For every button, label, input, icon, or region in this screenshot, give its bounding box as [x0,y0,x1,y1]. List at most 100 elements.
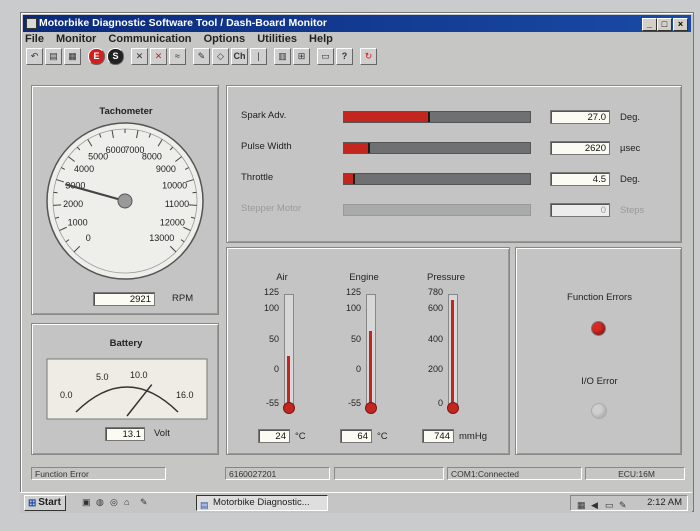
param-unit: µsec [620,143,641,154]
battery-readout: 13.1 [105,427,145,441]
taskbar-app-label: Motorbike Diagnostic... [213,497,310,508]
io-error-led [591,403,607,419]
tach-scale-label: 13000 [149,233,174,243]
tach-scale-label: 9000 [156,164,176,174]
separator-tool-button[interactable]: | [250,48,267,65]
param-bar [343,111,531,123]
therm-tick: 125 [263,287,279,297]
therm-tick: 125 [345,287,361,297]
maximize-button[interactable]: □ [657,18,672,31]
channel-icon[interactable]: ⌂ [124,497,129,507]
list-tool-button[interactable]: ▤ [45,48,62,65]
status-connection: COM1:Connected [447,467,582,480]
diamond-tool-button[interactable]: ◇ [212,48,229,65]
grid-tool-button[interactable]: ▦ [64,48,81,65]
therm-level [287,355,290,404]
therm-bulb [365,402,377,414]
edit-tool-button[interactable]: ✎ [193,48,210,65]
therm-readout: 744 [422,429,454,443]
channel-tool-button[interactable]: Ch [231,48,248,65]
therm-label: Pressure [426,272,465,283]
menu-monitor[interactable]: Monitor [56,33,96,45]
therm-tick: 0 [437,398,443,408]
menu-help[interactable]: Help [309,33,333,45]
tach-scale-label: 10000 [162,181,187,191]
param-unit: Deg. [620,174,641,185]
tachometer-gauge: 0100020003000400050006000700080009000100… [46,122,204,280]
therm-unit: °C [295,431,306,442]
menu-options[interactable]: Options [204,33,246,45]
panel-tool-button[interactable]: ▥ [274,48,291,65]
window-title: Motorbike Diagnostic Software Tool / Das… [39,17,327,29]
param-label: Stepper Motor [241,203,302,214]
therm-tick: 0 [273,364,279,374]
clock: 2:12 AM [647,497,682,508]
tach-scale-label: 2000 [63,199,83,209]
therm-unit: °C [377,431,388,442]
param-label: Pulse Width [241,141,292,152]
refresh-tool-button[interactable]: ↻ [360,48,377,65]
therm-bulb [283,402,295,414]
battery-scale-label: 5.0 [96,372,109,382]
help-tool-button[interactable]: ? [336,48,353,65]
param-bar [343,204,531,216]
tach-scale-label: 1000 [68,217,88,227]
status-message: Function Error [31,467,166,480]
therm-label: Air [276,272,288,283]
desktop-icon[interactable]: ▣ [82,497,91,508]
status-bar: Function Error 6160027201 COM1:Connected… [25,467,689,481]
close-button[interactable]: × [673,18,688,31]
menu-communication[interactable]: Communication [108,33,191,45]
menu-utilities[interactable]: Utilities [257,33,297,45]
start-button[interactable]: ⊞ Start [24,495,66,511]
therm-tick: 50 [268,334,279,344]
therm-bulb [447,402,459,414]
window-tool-button[interactable]: ▭ [317,48,334,65]
undo-tool-button[interactable]: ↶ [26,48,43,65]
title-bar[interactable]: Motorbike Diagnostic Software Tool / Das… [23,15,691,32]
battery-panel: Battery 0.0 5.0 10.0 16.0 13.1 Volt [31,323,219,455]
function-errors-label: Function Errors [567,292,632,303]
param-label: Spark Adv. [241,110,287,121]
tach-scale-label: 8000 [142,151,162,161]
cross-red-tool-button[interactable]: ✕ [150,48,167,65]
therm-unit: mmHg [459,431,487,442]
pen-tray-icon[interactable]: ✎ [619,498,627,512]
errors-panel: Function Errors I/O Error [515,247,682,455]
therm-tick: 780 [427,287,443,297]
cross-tool-button[interactable]: ✕ [131,48,148,65]
battery-scale-label: 0.0 [60,390,73,400]
param-value: 27.0 [550,110,610,124]
explorer-icon[interactable]: ◍ [96,497,104,508]
display-tray-icon[interactable]: ▭ [605,498,614,512]
param-value: 0 [550,203,610,217]
app-icon [26,18,37,29]
taskbar-app-button[interactable]: ▤ Motorbike Diagnostic... [196,495,328,511]
toolbar: ↶ ▤ ▦ E S ✕ ✕ ≈ ✎ ◇ Ch | ▥ ⊞ ▭ ? ↻ [25,48,689,68]
layout-tool-button[interactable]: ⊞ [293,48,310,65]
param-bar [343,142,531,154]
notepad-icon[interactable]: ✎ [140,497,148,508]
network-tray-icon[interactable]: ▦ [577,498,586,512]
s-tool-button[interactable]: S [107,48,124,65]
status-blank [334,467,444,480]
minimize-button[interactable]: _ [642,18,657,31]
param-label: Throttle [241,172,274,183]
param-bar [343,173,531,185]
wave-tool-button[interactable]: ≈ [169,48,186,65]
menu-file[interactable]: File [25,33,44,45]
param-value: 4.5 [550,172,610,186]
therm-level [369,331,372,404]
browser-icon[interactable]: ◎ [110,497,118,508]
e-tool-button[interactable]: E [88,48,105,65]
rpm-unit: RPM [172,293,194,304]
function-errors-led [591,321,606,336]
therm-tick: -55 [347,398,361,408]
volume-tray-icon[interactable]: ◀ [591,498,598,512]
param-bar-fill [344,112,430,122]
param-unit: Steps [620,205,645,216]
therm-tick: -55 [265,398,279,408]
therm-tick: 200 [427,364,443,374]
therm-tick: 400 [427,334,443,344]
param-value: 2620 [550,141,610,155]
